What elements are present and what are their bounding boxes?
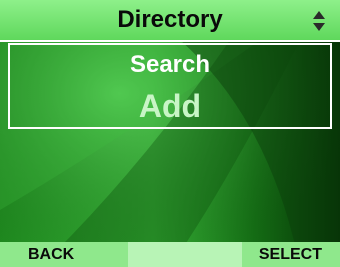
phone-screen: Directory Search Add BACK SELECT bbox=[0, 0, 340, 267]
page-title: Directory bbox=[117, 6, 223, 33]
back-softkey[interactable]: BACK bbox=[28, 242, 74, 267]
middle-softkey[interactable] bbox=[128, 242, 242, 267]
menu-item-search[interactable]: Search bbox=[0, 50, 340, 80]
softkey-bar: BACK SELECT bbox=[0, 242, 340, 267]
select-softkey[interactable]: SELECT bbox=[259, 242, 322, 267]
menu-item-add[interactable]: Add bbox=[0, 86, 340, 126]
up-down-arrows-icon bbox=[313, 11, 325, 31]
